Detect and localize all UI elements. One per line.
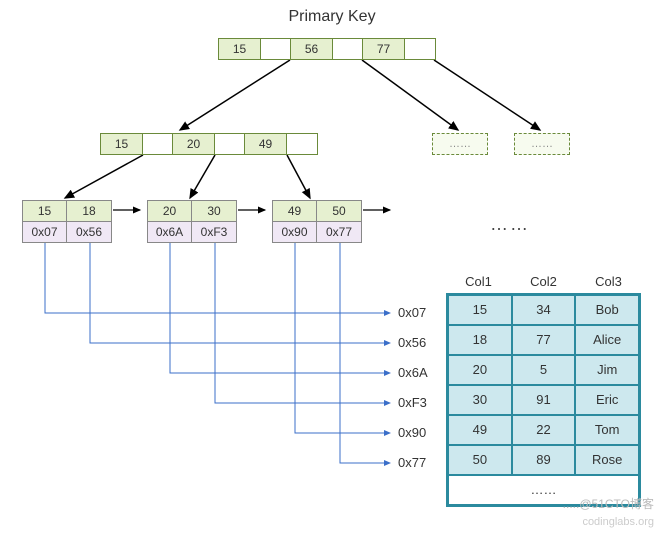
diagram-title: Primary Key: [0, 8, 664, 26]
leaf-ellipsis: ……: [490, 214, 530, 235]
leaf2-key-0: 49: [273, 201, 317, 221]
root-key-1: 56: [291, 39, 333, 59]
ptr-label-0: 0x07: [398, 305, 426, 320]
l1-key-1: 20: [173, 134, 215, 154]
table-cell: Rose: [575, 445, 639, 475]
ptr-label-5: 0x77: [398, 455, 426, 470]
leaf2-ptr-0: 0x90: [273, 222, 317, 242]
watermark-text: .....@51CTO博客: [563, 495, 654, 512]
table-cell: 20: [448, 355, 512, 385]
root-node: 15 56 77: [218, 38, 436, 60]
table-row: 50 89 Rose: [448, 445, 639, 475]
watermark-url: codinglabs.org: [582, 516, 654, 528]
root-gap-0: [261, 39, 291, 59]
table-cell: 18: [448, 325, 512, 355]
table-header-1: Col2: [511, 274, 576, 289]
leaf1-ptr-1: 0xF3: [192, 222, 236, 242]
table-cell: 15: [448, 295, 512, 325]
internal-node: 15 20 49: [100, 133, 318, 155]
leaf2-ptr-1: 0x77: [317, 222, 361, 242]
leaf0-ptr-0: 0x07: [23, 222, 67, 242]
table-cell: 22: [512, 415, 576, 445]
l1-gap-2: [287, 134, 317, 154]
ptr-label-1: 0x56: [398, 335, 426, 350]
leaf-node-1: 20 30 0x6A 0xF3: [147, 200, 237, 243]
table-row: 20 5 Jim: [448, 355, 639, 385]
table-header-0: Col1: [446, 274, 511, 289]
table-header-2: Col3: [576, 274, 641, 289]
table-cell: Alice: [575, 325, 639, 355]
table-cell: Eric: [575, 385, 639, 415]
root-key-2: 77: [363, 39, 405, 59]
root-key-0: 15: [219, 39, 261, 59]
ptr-label-2: 0x6A: [398, 365, 428, 380]
table-row: 30 91 Eric: [448, 385, 639, 415]
l1-key-2: 49: [245, 134, 287, 154]
table-header-row: Col1 Col2 Col3: [446, 274, 641, 289]
leaf-node-2: 49 50 0x90 0x77: [272, 200, 362, 243]
table-cell: 50: [448, 445, 512, 475]
leaf-node-0: 15 18 0x07 0x56: [22, 200, 112, 243]
table-cell: 89: [512, 445, 576, 475]
table-cell: Tom: [575, 415, 639, 445]
table-cell: 49: [448, 415, 512, 445]
table-cell: Jim: [575, 355, 639, 385]
table-cell: 91: [512, 385, 576, 415]
table-cell: Bob: [575, 295, 639, 325]
leaf1-key-1: 30: [192, 201, 236, 221]
leaf0-key-0: 15: [23, 201, 67, 221]
leaf1-ptr-0: 0x6A: [148, 222, 192, 242]
ptr-label-3: 0xF3: [398, 395, 427, 410]
table-cell: 34: [512, 295, 576, 325]
placeholder-node-0: ……: [432, 133, 488, 155]
l1-gap-1: [215, 134, 245, 154]
table-cell: 30: [448, 385, 512, 415]
table-row: 18 77 Alice: [448, 325, 639, 355]
ptr-label-4: 0x90: [398, 425, 426, 440]
root-gap-2: [405, 39, 435, 59]
table-cell: 5: [512, 355, 576, 385]
leaf0-ptr-1: 0x56: [67, 222, 111, 242]
table-cell: 77: [512, 325, 576, 355]
placeholder-node-1: ……: [514, 133, 570, 155]
table-row: 15 34 Bob: [448, 295, 639, 325]
leaf1-key-0: 20: [148, 201, 192, 221]
l1-key-0: 15: [101, 134, 143, 154]
l1-gap-0: [143, 134, 173, 154]
leaf2-key-1: 50: [317, 201, 361, 221]
root-gap-1: [333, 39, 363, 59]
leaf0-key-1: 18: [67, 201, 111, 221]
table-row: 49 22 Tom: [448, 415, 639, 445]
data-table: Col1 Col2 Col3 15 34 Bob 18 77 Alice 20 …: [446, 274, 641, 507]
